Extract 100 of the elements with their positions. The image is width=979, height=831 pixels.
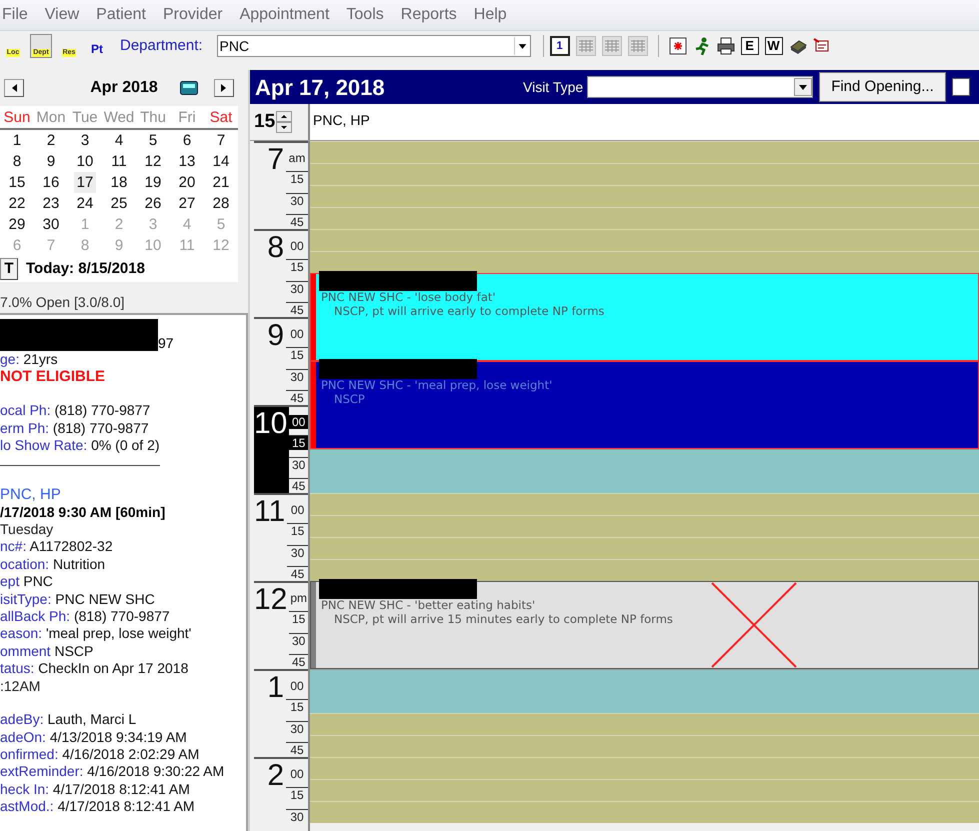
minute-label: pm <box>289 590 308 604</box>
info-line: heck In: 4/17/2018 8:12:41 AM <box>0 780 191 798</box>
resource-button[interactable]: Pt <box>86 34 108 58</box>
appointment-note: NSCP, pt will arrive 15 minutes early to complete NP forms <box>333 612 673 626</box>
hour-label: 7 <box>266 143 285 178</box>
calendar-day[interactable]: 7 <box>214 130 228 151</box>
interval-value: 15 <box>254 110 276 134</box>
letter-button[interactable]: W <box>764 37 783 55</box>
minute-label: 15 <box>289 435 308 450</box>
info-line: onfirmed: 4/16/2018 2:02:29 AM <box>0 746 200 764</box>
calendar-day[interactable]: 21 <box>210 172 232 193</box>
schedule-date: Apr 17, 2018 <box>255 74 386 102</box>
menu-item[interactable]: File <box>2 3 28 27</box>
calendar-day[interactable]: 30 <box>40 214 62 235</box>
minute-label: 45 <box>286 214 308 229</box>
minute-label: 45 <box>286 390 308 405</box>
calendar-day[interactable]: 17 <box>74 172 96 193</box>
view-button[interactable]: 1 <box>550 36 570 56</box>
today-label: Today: 8/15/2018 <box>26 258 145 279</box>
grid-icon <box>578 40 593 52</box>
hour-label: 11 <box>254 495 286 530</box>
provider-link[interactable]: PNC, HP <box>0 486 246 504</box>
minute-label: 15 <box>289 611 308 626</box>
info-line: Tuesday <box>0 521 54 538</box>
checkbox[interactable] <box>952 78 970 96</box>
menu-item[interactable]: View <box>44 3 80 27</box>
calendar-day[interactable]: 12 <box>142 151 164 172</box>
calendar-day[interactable]: 25 <box>108 193 130 214</box>
calendar-day[interactable]: 19 <box>142 172 164 193</box>
calendar-day[interactable]: 1 <box>10 130 24 151</box>
info-line: adeBy: Lauth, Marci L <box>0 711 138 728</box>
open-summary: 7.0% Open [3.0/8.0] <box>0 292 125 312</box>
minute-label: 45 <box>286 742 308 757</box>
calendar-day[interactable]: 9 <box>44 151 58 172</box>
grid-icon <box>630 40 645 52</box>
partial-text: 97 <box>158 335 174 351</box>
info-line: nc#: A1172802-32 <box>0 538 114 556</box>
minute-label: 30 <box>286 720 308 736</box>
info-line: ept PNC <box>0 573 54 591</box>
previous-month-button[interactable] <box>4 79 24 97</box>
calendar-day[interactable]: 15 <box>6 172 28 193</box>
calendar-day[interactable]: 28 <box>210 193 232 214</box>
minute-label: 45 <box>289 478 308 493</box>
menu-item[interactable]: Help <box>474 3 507 27</box>
weekday-label: Mon <box>35 108 67 128</box>
minute-label: 00 <box>289 414 308 428</box>
menu-item[interactable]: Tools <box>346 3 384 27</box>
minute-label: 00 <box>289 678 305 692</box>
calendar-day[interactable]: 20 <box>176 172 198 193</box>
calendar-day[interactable]: 2 <box>44 130 58 151</box>
info-line: omment NSCP <box>0 642 94 660</box>
calendar-day[interactable]: 23 <box>40 193 62 214</box>
department-label: Department: <box>120 36 203 56</box>
calendar-day[interactable]: 6 <box>180 130 194 151</box>
minute-label: 30 <box>286 368 308 384</box>
printer-icon[interactable] <box>716 37 735 55</box>
calendar-day[interactable]: 18 <box>108 172 130 193</box>
info-line: extReminder: 4/16/2018 9:30:22 AM <box>0 763 226 781</box>
calendar-day[interactable]: 22 <box>6 193 28 214</box>
info-line: astMod.: 4/17/2018 8:12:41 AM <box>0 798 196 816</box>
minute-label: 15 <box>286 787 308 802</box>
calendar-day[interactable]: 29 <box>6 214 28 235</box>
letter-button[interactable]: E <box>740 37 759 55</box>
minute-label: 45 <box>286 302 308 317</box>
minute-label: 15 <box>287 523 308 538</box>
department-dropdown[interactable]: PNC <box>216 35 531 57</box>
appointment-block[interactable]: PNC NEW SHC - 'lose body fat' NSCP, pt will arrive early to complete NP forms <box>310 273 979 361</box>
spinner-arrows-icon[interactable] <box>276 111 292 133</box>
calendar-day[interactable]: 11 <box>108 151 130 172</box>
appointment-note: NSCP <box>333 392 366 406</box>
find-opening-button[interactable]: Find Opening... <box>819 72 946 102</box>
next-month-button[interactable] <box>214 79 234 97</box>
minute-label: 30 <box>286 192 308 208</box>
minute-label: 15 <box>286 259 308 274</box>
calendar-day[interactable]: 8 <box>10 151 24 172</box>
info-line: tatus: CheckIn on Apr 17 2018 <box>0 660 190 678</box>
appointment-block[interactable]: PNC NEW SHC - 'better eating habits' NSCP, pt will arrive 15 minutes early to complete NP forms <box>310 581 979 669</box>
minute-label: 30 <box>289 632 308 648</box>
appointment-reason: PNC NEW SHC - 'meal prep, lose weight' <box>321 377 552 392</box>
weekday-label: Sat <box>208 108 234 128</box>
calendar-day[interactable]: 3 <box>78 130 92 151</box>
calendar-day[interactable]: 26 <box>142 193 164 214</box>
calendar-day[interactable]: 10 <box>74 151 96 172</box>
today-button[interactable]: T <box>0 258 18 280</box>
calculator-icon[interactable] <box>180 81 198 95</box>
calendar-day[interactable]: 5 <box>146 130 160 151</box>
calendar-day[interactable]: 24 <box>74 193 96 214</box>
minute-label: 45 <box>289 654 308 669</box>
calendar-day[interactable]: 4 <box>112 130 126 151</box>
calendar-day[interactable]: 14 <box>210 151 232 172</box>
appointment-block[interactable]: PNC NEW SHC - 'meal prep, lose weight' NSCP <box>310 361 979 449</box>
menu-item[interactable]: Provider <box>162 3 223 27</box>
menu-item[interactable]: Appointment <box>240 3 330 27</box>
calendar-day[interactable]: 16 <box>40 172 62 193</box>
calendar-day[interactable]: 13 <box>176 151 198 172</box>
menu-item[interactable]: Reports <box>400 3 457 27</box>
menu-item[interactable]: Patient <box>96 3 146 27</box>
info-line: erm Ph: (818) 770-9877 <box>0 420 150 438</box>
info-line: ge: 21yrs <box>0 351 59 368</box>
calendar-day[interactable]: 27 <box>176 193 198 214</box>
